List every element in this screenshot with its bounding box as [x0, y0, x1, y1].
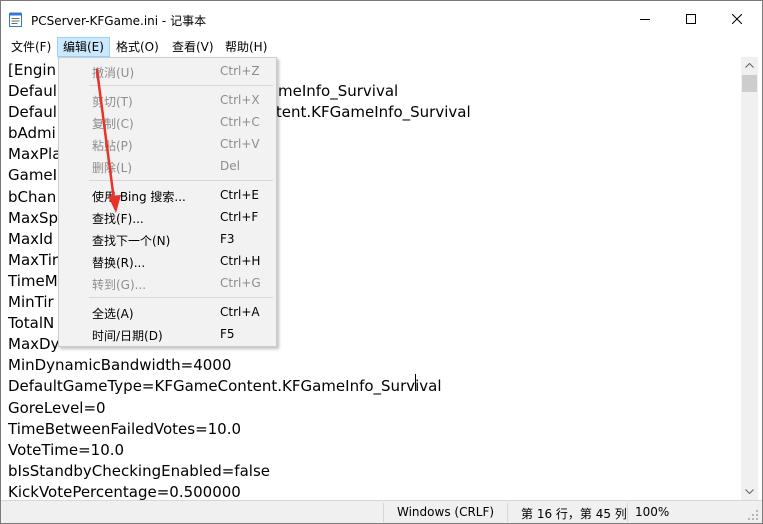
scrollbar-thumb[interactable] — [742, 75, 757, 92]
text-line: GoreLevel=0 — [8, 398, 106, 417]
maximize-button[interactable] — [668, 1, 714, 37]
menu-bar: 文件(F) 编辑(E) 格式(O) 查看(V) 帮助(H) — [1, 37, 762, 57]
vertical-scrollbar[interactable] — [741, 57, 758, 500]
status-line-ending: Windows (CRLF) — [397, 505, 495, 519]
menu-separator — [89, 180, 273, 181]
chevron-up-icon — [745, 63, 754, 68]
chevron-down-icon — [745, 489, 754, 494]
status-bar: Windows (CRLF) 第 16 行，第 45 列 100% — [1, 500, 762, 523]
menu-item-replace[interactable]: 替换(R)... Ctrl+H — [61, 251, 274, 271]
menu-item-time-date[interactable]: 时间/日期(D) F5 — [61, 324, 274, 344]
menu-item-goto[interactable]: 转到(G)... Ctrl+G — [61, 273, 274, 293]
text-line: bIsStandbyCheckingEnabled=false — [8, 461, 270, 480]
menu-edit[interactable]: 编辑(E) — [57, 37, 110, 57]
text-line: DefaultGameType=KFGameContent.KFGameInfo… — [8, 377, 442, 396]
text-line: KickVotePercentage=0.500000 — [8, 482, 241, 500]
title-bar[interactable]: PCServer-KFGame.ini - 记事本 — [1, 1, 762, 37]
menu-item-select-all[interactable]: 全选(A) Ctrl+A — [61, 302, 274, 322]
status-divider — [627, 503, 628, 522]
menu-separator — [89, 297, 273, 298]
menu-item-find-next[interactable]: 查找下一个(N) F3 — [61, 229, 274, 249]
menu-item-undo[interactable]: 撤消(U) Ctrl+Z — [61, 61, 274, 81]
menu-separator — [89, 85, 273, 86]
menu-file[interactable]: 文件(F) — [6, 38, 56, 56]
edit-menu-dropdown: 撤消(U) Ctrl+Z 剪切(T) Ctrl+X 复制(C) Ctrl+C 粘… — [58, 57, 277, 347]
close-icon — [732, 14, 742, 24]
status-divider — [507, 503, 508, 522]
menu-item-delete[interactable]: 删除(L) Del — [61, 156, 274, 176]
menu-item-paste[interactable]: 粘贴(P) Ctrl+V — [61, 134, 274, 154]
menu-format[interactable]: 格式(O) — [111, 38, 164, 56]
notepad-window: PCServer-KFGame.ini - 记事本 文件(F) 编辑(E) 格式… — [0, 0, 763, 524]
resize-grip-icon[interactable] — [747, 509, 759, 521]
text-line: MinDynamicBandwidth=4000 — [8, 356, 232, 375]
text-line: VoteTime=10.0 — [8, 440, 125, 459]
text-line: TimeBetweenFailedVotes=10.0 — [8, 419, 242, 438]
notepad-app-icon — [9, 12, 22, 27]
minimize-button[interactable] — [622, 1, 668, 37]
menu-item-copy[interactable]: 复制(C) Ctrl+C — [61, 112, 274, 132]
menu-item-find[interactable]: 查找(F)... Ctrl+F — [61, 207, 274, 227]
menu-item-cut[interactable]: 剪切(T) Ctrl+X — [61, 90, 274, 110]
menu-view[interactable]: 查看(V) — [167, 38, 219, 56]
scroll-down-button[interactable] — [741, 483, 758, 500]
text-caret — [415, 374, 416, 391]
close-button[interactable] — [714, 1, 760, 37]
status-zoom: 100% — [635, 505, 670, 519]
menu-help[interactable]: 帮助(H) — [220, 38, 272, 56]
menu-item-bing-search[interactable]: 使用 Bing 搜索... Ctrl+E — [61, 185, 274, 205]
minimize-icon — [640, 19, 650, 20]
status-divider — [383, 503, 384, 522]
window-title: PCServer-KFGame.ini - 记事本 — [31, 14, 207, 28]
status-cursor-position: 第 16 行，第 45 列 — [521, 507, 627, 521]
maximize-icon — [686, 14, 696, 24]
scroll-up-button[interactable] — [741, 57, 758, 74]
